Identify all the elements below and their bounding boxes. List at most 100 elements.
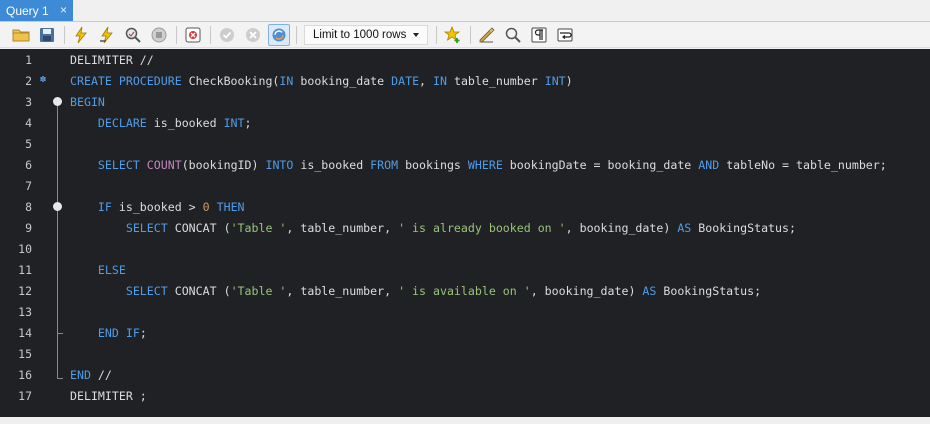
sql-keyword: END — [70, 367, 91, 382]
line-number: 2 — [25, 73, 32, 88]
rollback-icon[interactable] — [242, 24, 264, 46]
code-text: DELIMITER // — [70, 53, 154, 67]
sql-keyword: SELECT — [97, 157, 140, 172]
sql-keyword: FROM — [370, 157, 399, 172]
toolbar-separator — [296, 25, 297, 44]
find-icon[interactable] — [502, 24, 524, 46]
sql-keyword: AS — [642, 283, 657, 298]
sql-text: , — [419, 73, 434, 88]
sql-text: , table_number, — [286, 283, 399, 298]
toolbar-separator — [64, 25, 65, 44]
sql-editor[interactable]: ✽ 1 DELIMITER //2 CREATE PROCEDURE CheckBo… — [0, 49, 930, 417]
code-line[interactable]: 13 — [0, 301, 930, 322]
toolbar-separator — [470, 25, 471, 44]
limit-rows-select[interactable]: Limit to 1000 rows — [304, 24, 428, 45]
sql-string: 'Table ' — [230, 283, 287, 298]
open-file-icon[interactable] — [10, 24, 32, 46]
sql-text: booking_date — [293, 73, 392, 88]
code-line[interactable]: 17 DELIMITER ; — [0, 385, 930, 406]
line-number: 17 — [18, 388, 32, 403]
code-text: END // — [70, 368, 112, 382]
sql-keyword: SELECT — [125, 220, 168, 235]
line-number: 8 — [25, 199, 32, 214]
sql-string: ' is already booked on ' — [398, 220, 566, 235]
sql-text: CONCAT ( — [167, 283, 231, 298]
line-number: 15 — [18, 346, 32, 361]
tab-query-1[interactable]: Query 1 × — [0, 0, 73, 21]
sql-keyword: BEGIN — [70, 94, 105, 109]
sql-keyword: DATE — [391, 73, 420, 88]
add-snippet-icon[interactable] — [442, 24, 464, 46]
sql-keyword: INT — [223, 115, 245, 130]
limit-rows-value: Limit to 1000 rows — [313, 28, 407, 41]
code-text: DECLARE is_booked INT; — [70, 116, 252, 130]
close-icon[interactable]: × — [60, 4, 67, 17]
code-line[interactable]: 11 ELSE — [0, 259, 930, 280]
chevron-down-icon — [413, 32, 419, 37]
code-text: BEGIN — [70, 95, 105, 109]
invisible-chars-icon[interactable] — [528, 24, 550, 46]
code-line[interactable]: 4 DECLARE is_booked INT; — [0, 112, 930, 133]
sql-text: ; — [139, 325, 147, 340]
code-text: IF is_booked > 0 THEN — [70, 200, 245, 214]
code-line[interactable]: 7 — [0, 175, 930, 196]
line-number: 13 — [18, 304, 32, 319]
line-number: 12 — [18, 283, 32, 298]
tab-label: Query 1 — [6, 3, 49, 18]
code-line[interactable]: 10 — [0, 238, 930, 259]
sql-keyword: IN — [433, 73, 447, 88]
execute-icon[interactable] — [70, 24, 92, 46]
sql-text: table_number — [446, 73, 545, 88]
code-line[interactable]: 9 SELECT CONCAT ('Table ', table_number,… — [0, 217, 930, 238]
autocommit-icon[interactable] — [268, 23, 290, 46]
sql-text: , booking_date) — [530, 283, 643, 298]
sql-keyword: INT — [544, 73, 566, 88]
editor-bottom-border — [0, 417, 930, 424]
beautify-icon[interactable] — [476, 24, 498, 46]
word-wrap-icon[interactable] — [554, 24, 576, 46]
execute-current-icon[interactable] — [96, 24, 118, 46]
line-number: 3 — [25, 94, 32, 109]
sql-text: is_booked > — [111, 199, 203, 214]
code-line[interactable]: 8 IF is_booked > 0 THEN — [0, 196, 930, 217]
code-line[interactable]: 3 BEGIN — [0, 91, 930, 112]
sql-text: DELIMITER ; — [70, 388, 147, 403]
sql-keyword: CREATE PROCEDURE — [70, 73, 182, 88]
sql-text: bookingDate = booking_date — [502, 157, 699, 172]
line-number: 1 — [25, 52, 32, 67]
sql-keyword: IF — [97, 199, 112, 214]
sql-keyword: SELECT — [125, 283, 168, 298]
code-line[interactable]: 5 — [0, 133, 930, 154]
sql-text: DELIMITER // — [70, 52, 154, 67]
sql-number: 0 — [202, 199, 210, 214]
stop-icon[interactable] — [148, 24, 170, 46]
code-line[interactable]: 6 SELECT COUNT(bookingID) INTO is_booked… — [0, 154, 930, 175]
line-number: 4 — [25, 115, 32, 130]
sql-keyword: ELSE — [97, 262, 126, 277]
commit-icon[interactable] — [216, 24, 238, 46]
sql-text: bookings — [398, 157, 468, 172]
code-line[interactable]: 1 DELIMITER // — [0, 49, 930, 70]
line-number: 10 — [18, 241, 32, 256]
sql-text: is_booked — [146, 115, 224, 130]
sql-text: CONCAT ( — [167, 220, 231, 235]
sql-text: ; — [244, 115, 252, 130]
sql-keyword: IN — [279, 73, 294, 88]
sql-keyword: INTO — [265, 157, 294, 172]
code-line[interactable]: 16 END // — [0, 364, 930, 385]
save-icon[interactable] — [36, 24, 58, 46]
code-line[interactable]: 14 END IF; — [0, 322, 930, 343]
code-line[interactable]: 15 — [0, 343, 930, 364]
code-line[interactable]: 2 CREATE PROCEDURE CheckBooking(IN bookin… — [0, 70, 930, 91]
code-text: END IF; — [70, 326, 147, 340]
toggle-error-icon[interactable] — [182, 24, 204, 46]
code-line[interactable]: 12 SELECT CONCAT ('Table ', table_number… — [0, 280, 930, 301]
explain-icon[interactable] — [122, 24, 144, 46]
